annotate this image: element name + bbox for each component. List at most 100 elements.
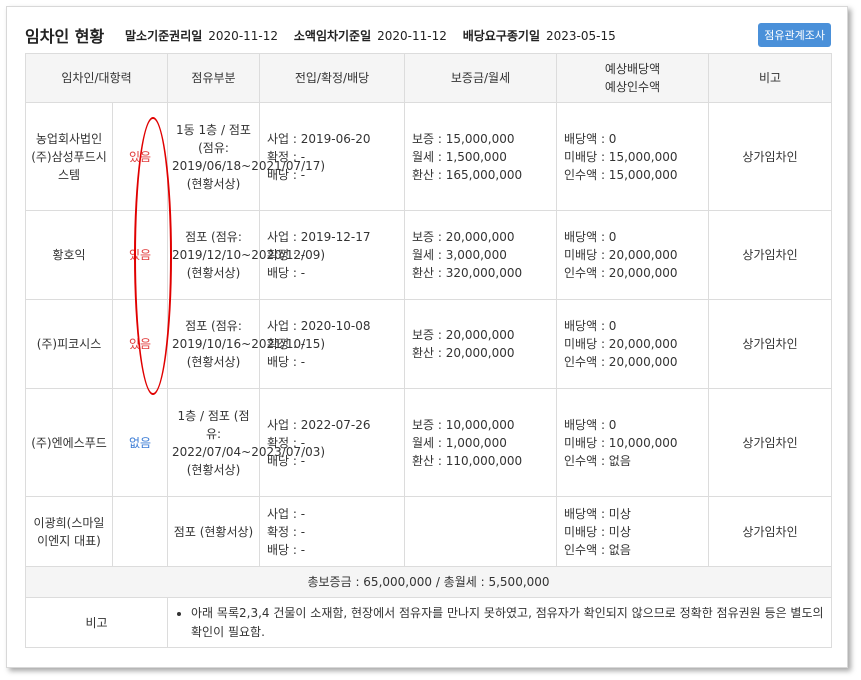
occupancy-part: 1동 1층 / 점포 (점유: 2019/06/18~2021/07/17) (… xyxy=(167,102,325,211)
deposit: 보증 : 15,000,000 xyxy=(412,131,515,146)
converted-amount: 환산 : 110,000,000 xyxy=(412,453,523,468)
tenant-name: (주)엔에스푸드 xyxy=(25,388,113,497)
daehang-status: 있음 xyxy=(111,210,169,300)
business-reg-date: 사업 : - xyxy=(267,506,306,521)
table-header-row: 임차인/대항력 점유부분 전입/확정/배당 보증금/월세 예상배당액 예상인수액… xyxy=(24,53,833,103)
monthly-rent: 월세 : 3,000,000 xyxy=(412,248,507,262)
expected-info: 배당액 : 0 미배당 : 20,000,000 인수액 : 20,000,000 xyxy=(556,210,710,300)
deposit: 보증 : 10,000,000 xyxy=(412,417,515,432)
remark-label: 비고 xyxy=(24,597,169,648)
tenant-name: 황호익 xyxy=(25,210,113,300)
section-title: 임차인 현황 xyxy=(25,27,105,46)
move-in-info: 사업 : 2019-12-17 확정 : - 배당 : - xyxy=(259,210,406,300)
dividend-amount: 배당액 : 미상 xyxy=(564,506,631,521)
business-reg-date: 사업 : 2019-12-17 xyxy=(267,230,371,244)
table-row: (주)피코시스 있음 점포 (점유: 2019/10/16~2021/10/15… xyxy=(25,299,833,389)
assumed-amount: 인수액 : 15,000,000 xyxy=(564,167,678,182)
daehang-status: 있음 xyxy=(111,299,169,389)
business-reg-date: 사업 : 2020-10-08 xyxy=(267,319,371,333)
move-in-info: 사업 : 2022-07-26 확정 : - 배당 : - xyxy=(259,388,406,497)
table-row: 농업회사법인(주)삼성푸드시스템 있음 1동 1층 / 점포 (점유: 2019… xyxy=(25,102,833,211)
dividend-amount: 배당액 : 0 xyxy=(564,131,617,146)
dividend-date: 배당 : - xyxy=(267,453,306,468)
assumed-amount: 인수액 : 20,000,000 xyxy=(564,355,678,369)
converted-amount: 환산 : 320,000,000 xyxy=(412,266,523,280)
tenant-table: 임차인/대항력 점유부분 전입/확정/배당 보증금/월세 예상배당액 예상인수액… xyxy=(24,53,833,648)
fixed-date: 확정 : - xyxy=(267,524,306,539)
occupancy-survey-button[interactable]: 점유관계조사 xyxy=(758,23,831,47)
remark-text: 아래 목록2,3,4 건물이 소재함, 현장에서 점유자를 만나지 못하였고, … xyxy=(191,604,824,642)
tenant-status-header: 임차인 현황 말소기준권리일 2020-11-12 소액임차기준일 2020-11-… xyxy=(25,21,831,47)
business-reg-date: 사업 : 2022-07-26 xyxy=(267,417,371,432)
dividend-date: 배당 : - xyxy=(267,167,306,182)
deposit-info: 보증 : 20,000,000 월세 : 3,000,000 환산 : 320,00… xyxy=(404,210,558,300)
expected-info: 배당액 : 0 미배당 : 20,000,000 인수액 : 20,000,000 xyxy=(556,299,710,389)
summary-row: 총보증금 : 65,000,000 / 총월세 : 5,500,000 xyxy=(24,566,833,598)
deposit: 보증 : 20,000,000 xyxy=(412,328,515,342)
tenant-name: 이광희(스마일이엔지 대표) xyxy=(25,496,113,567)
occupancy-part: 점포 (현황서상) xyxy=(167,496,261,567)
expected-info: 배당액 : 0 미배당 : 15,000,000 인수액 : 15,000,000 xyxy=(556,102,710,211)
dividend-amount: 배당액 : 0 xyxy=(564,319,617,333)
expected-info: 배당액 : 0 미배당 : 10,000,000 인수액 : 없음 xyxy=(556,388,710,497)
col-tenant: 임차인/대항력 xyxy=(24,53,169,103)
deposit-info: 보증 : 10,000,000 월세 : 1,000,000 환산 : 110,00… xyxy=(404,388,558,497)
row-note: 상가임차인 xyxy=(708,299,833,389)
move-in-info: 사업 : - 확정 : - 배당 : - xyxy=(259,496,406,567)
unpaid-dividend: 미배당 : 20,000,000 xyxy=(564,248,678,262)
table-row: (주)엔에스푸드 없음 1층 / 점포 (점유: 2022/07/04~2023… xyxy=(25,388,833,497)
converted-amount: 환산 : 165,000,000 xyxy=(412,167,523,182)
occupancy-part: 1층 / 점포 (점유: 2022/07/04~2023/07/03) (현황서… xyxy=(167,388,325,497)
deposit-info: 보증 : 20,000,000 환산 : 20,000,000 xyxy=(404,299,558,389)
col-expected-dividend: 예상배당액 xyxy=(604,62,661,76)
col-deposit: 보증금/월세 xyxy=(404,53,558,103)
malso-date-value: 2020-11-12 xyxy=(208,29,279,43)
expected-info: 배당액 : 미상미배당 : 미상인수액 : 없음 xyxy=(556,496,710,567)
move-in-info: 사업 : 2019-06-20 확정 : - 배당 : - xyxy=(259,102,406,211)
assumed-amount: 인수액 : 20,000,000 xyxy=(564,266,678,280)
col-move-in: 전입/확정/배당 xyxy=(259,53,406,103)
baedang-date-value: 2023-05-15 xyxy=(546,29,616,43)
remark-row: 비고 아래 목록2,3,4 건물이 소재함, 현장에서 점유자를 만나지 못하였… xyxy=(24,597,833,648)
key-dates: 말소기준권리일 2020-11-12 소액임차기준일 2020-11-12 배당요구… xyxy=(125,27,628,44)
assumed-amount: 인수액 : 없음 xyxy=(564,453,631,468)
table-row: 황호익 있음 점포 (점유: 2019/12/10~2020/12/09) (현… xyxy=(25,210,833,300)
col-note: 비고 xyxy=(708,53,833,103)
dividend-date: 배당 : - xyxy=(267,355,306,369)
dividend-date: 배당 : - xyxy=(267,542,306,557)
row-note: 상가임차인 xyxy=(708,496,833,567)
dividend-amount: 배당액 : 0 xyxy=(564,417,617,432)
malso-date-label: 말소기준권리일 xyxy=(125,29,203,43)
occupancy-part: 점포 (점유: 2019/10/16~2021/10/15) (현황서상) xyxy=(167,299,325,389)
unpaid-dividend: 미배당 : 미상 xyxy=(564,524,631,539)
tenant-status-panel: 임차인 현황 말소기준권리일 2020-11-12 소액임차기준일 2020-11-… xyxy=(6,6,848,668)
monthly-rent: 월세 : 1,000,000 xyxy=(412,435,507,450)
remark-content: 아래 목록2,3,4 건물이 소재함, 현장에서 점유자를 만나지 못하였고, … xyxy=(167,597,833,648)
tenant-name: (주)피코시스 xyxy=(25,299,113,389)
col-expected-assumption: 예상인수액 xyxy=(604,80,661,94)
assumed-amount: 인수액 : 없음 xyxy=(564,542,631,557)
table-row: 이광희(스마일이엔지 대표) 점포 (현황서상) 사업 : - 확정 : - 배당 … xyxy=(25,496,833,567)
dividend-amount: 배당액 : 0 xyxy=(564,230,617,244)
unpaid-dividend: 미배당 : 20,000,000 xyxy=(564,337,678,351)
daehang-status: 없음 xyxy=(111,388,169,497)
unpaid-dividend: 미배당 : 15,000,000 xyxy=(564,149,678,164)
daehang-status: 있음 xyxy=(111,102,169,211)
monthly-rent: 월세 : 1,500,000 xyxy=(412,149,507,164)
deposit: 보증 : 20,000,000 xyxy=(412,230,515,244)
move-in-info: 사업 : 2020-10-08 확정 : - 배당 : - xyxy=(259,299,406,389)
dividend-date: 배당 : - xyxy=(267,266,306,280)
unpaid-dividend: 미배당 : 10,000,000 xyxy=(564,435,678,450)
soaek-date-label: 소액임차기준일 xyxy=(293,29,372,43)
row-note: 상가임차인 xyxy=(708,102,833,211)
total-deposit-rent: 총보증금 : 65,000,000 / 총월세 : 5,500,000 xyxy=(24,566,833,598)
col-expected: 예상배당액 예상인수액 xyxy=(556,53,710,103)
soaek-date-value: 2020-11-12 xyxy=(377,29,447,43)
deposit-info xyxy=(404,496,558,567)
tenant-name: 농업회사법인(주)삼성푸드시스템 xyxy=(25,102,113,211)
converted-amount: 환산 : 20,000,000 xyxy=(412,346,515,360)
fixed-date: 확정 : - xyxy=(267,435,306,450)
fixed-date: 확정 : - xyxy=(267,248,306,262)
occupancy-part: 점포 (점유: 2019/12/10~2020/12/09) (현황서상) xyxy=(167,210,325,300)
daehang-status xyxy=(111,496,169,567)
